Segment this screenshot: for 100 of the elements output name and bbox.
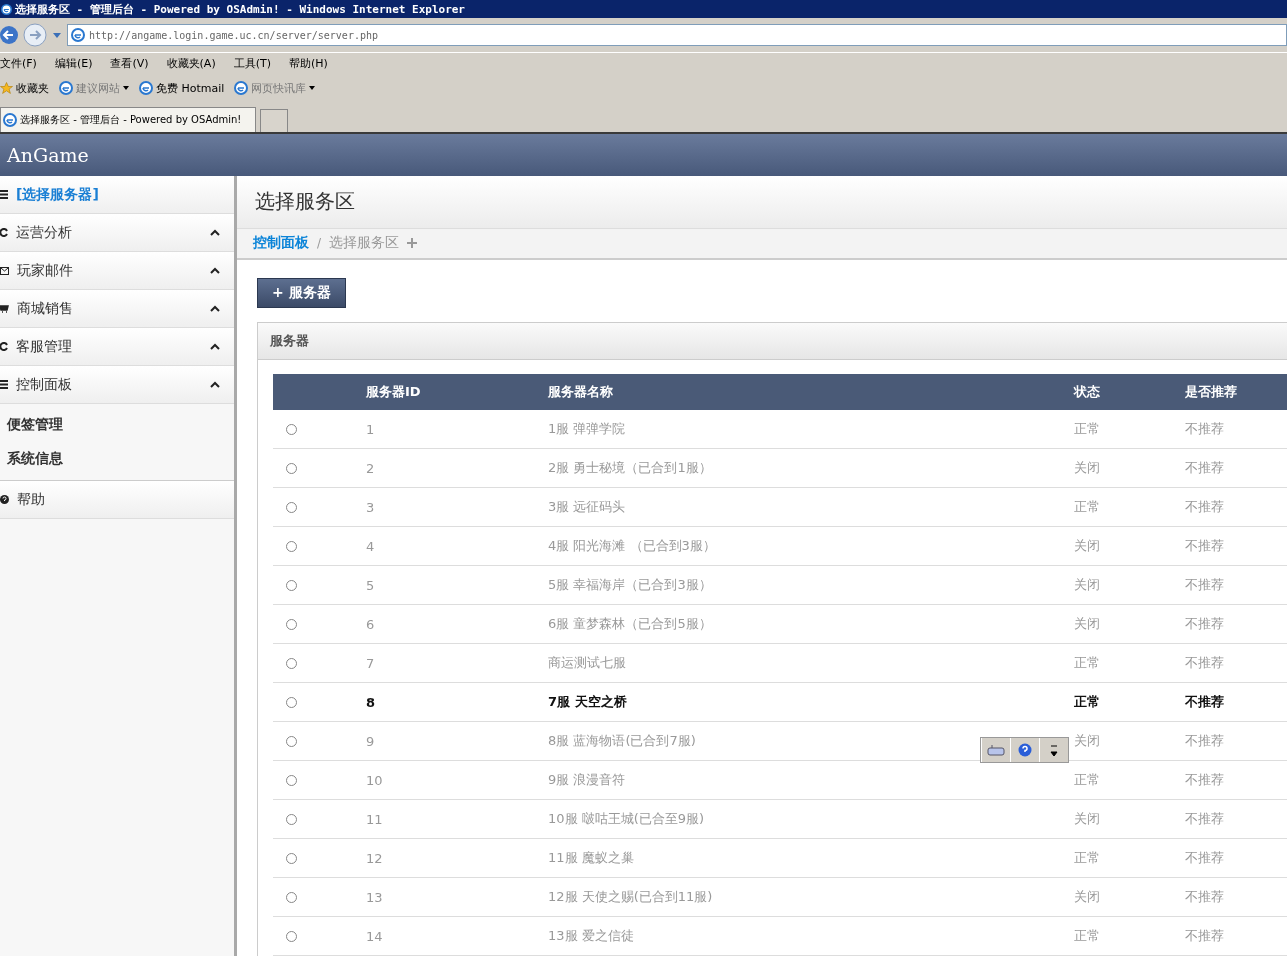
table-cell: 10	[366, 761, 548, 800]
radio-button[interactable]	[286, 423, 297, 435]
sidebar-item[interactable]: 运营分析	[0, 214, 234, 252]
radio-button[interactable]	[286, 657, 297, 669]
table-cell: 6服 童梦森林（已合到5服）	[548, 605, 1074, 644]
radio-button[interactable]	[286, 618, 297, 630]
table-cell: 正常	[1074, 761, 1185, 800]
table-cell: 不推荐	[1185, 839, 1287, 878]
table-cell: 13	[366, 878, 548, 917]
caret-icon	[123, 86, 129, 90]
sidebar-item[interactable]: 控制面板	[0, 366, 234, 404]
table-cell: 1服 弹弹学院	[548, 410, 1074, 449]
radio-button[interactable]	[286, 891, 297, 903]
plus-icon[interactable]	[407, 238, 418, 249]
table-cell: 14	[366, 917, 548, 956]
sidebar-item[interactable]: 帮助	[0, 481, 234, 519]
chevron-icon	[210, 381, 220, 388]
table-cell: 5	[366, 566, 548, 605]
radio-button[interactable]	[286, 540, 297, 552]
table-cell: 13服 爱之信徒	[548, 917, 1074, 956]
breadcrumb-link[interactable]: 控制面板	[253, 234, 309, 253]
table-cell: 不推荐	[1185, 683, 1287, 722]
table-cell: 不推荐	[1185, 878, 1287, 917]
globe-e-icon	[59, 81, 73, 95]
radio-button[interactable]	[286, 735, 297, 747]
column-header: 服务器名称	[548, 374, 1074, 410]
sidebar-item[interactable]: 客服管理	[0, 328, 234, 366]
forward-button[interactable]	[23, 23, 47, 47]
table-cell: 3	[366, 488, 548, 527]
radio-button[interactable]	[286, 930, 297, 942]
help-icon[interactable]	[1018, 743, 1032, 757]
globe-e-icon	[234, 81, 249, 95]
caret-icon[interactable]	[50, 31, 64, 39]
keyboard-icon[interactable]	[987, 744, 1005, 756]
menu-item[interactable]: 编辑(E)	[54, 55, 93, 71]
table-cell: 正常	[1074, 644, 1185, 683]
breadcrumb-current: 选择服务区	[329, 234, 400, 253]
menu-item[interactable]: 工具(T)	[233, 55, 271, 71]
table-cell: 不推荐	[1185, 761, 1287, 800]
menu-item[interactable]: 帮助(H)	[289, 55, 328, 71]
sidebar-subitem[interactable]: 便签管理	[0, 408, 234, 442]
sidebar-item[interactable]: 商城销售	[0, 290, 234, 328]
mail-icon	[0, 266, 9, 275]
add-server-button[interactable]: + 服务器	[257, 278, 346, 308]
radio-button[interactable]	[286, 813, 297, 825]
table-cell: 关闭	[1074, 800, 1185, 839]
radio-button[interactable]	[286, 462, 297, 474]
brand-logo[interactable]: AnGame	[7, 144, 89, 166]
favorites-button[interactable]: 收藏夹	[0, 80, 49, 96]
browser-tab[interactable]: 选择服务区 - 管理后台 - Powered by OSAdmin!	[0, 107, 257, 132]
breadcrumb-separator: /	[317, 236, 322, 251]
table-cell: 4服 阳光海滩 （已合到3服）	[548, 527, 1074, 566]
table-cell: 10服 啵咕王城(已合至9服)	[548, 800, 1074, 839]
help-icon	[0, 495, 9, 504]
table-cell: 3服 远征码头	[548, 488, 1074, 527]
panel-title: 服务器	[270, 332, 309, 350]
globe-e-icon	[3, 113, 17, 127]
table-cell: 11	[366, 800, 548, 839]
table-cell: 关闭	[1074, 566, 1185, 605]
menu-icon	[0, 380, 8, 389]
menu-item[interactable]: 查看(V)	[110, 55, 149, 71]
table-cell: 正常	[1074, 488, 1185, 527]
radio-button[interactable]	[286, 696, 297, 708]
column-header: 服务器ID	[366, 374, 548, 410]
new-tab-button[interactable]	[260, 109, 289, 132]
radio-button[interactable]	[286, 501, 297, 513]
table-cell: 8	[366, 683, 548, 722]
sidebar-subitem[interactable]: 系统信息	[0, 442, 234, 476]
table-cell: 关闭	[1074, 527, 1185, 566]
globe-e-icon	[139, 81, 153, 95]
table-cell: 不推荐	[1185, 644, 1287, 683]
table-cell: 11服 魔蚁之巢	[548, 839, 1074, 878]
radio-button[interactable]	[286, 852, 297, 864]
table-cell: 6	[366, 605, 548, 644]
menu-item[interactable]: 文件(F)	[0, 55, 37, 71]
menu-item[interactable]: 收藏夹(A)	[166, 55, 216, 71]
refresh-icon	[0, 228, 8, 237]
table-cell: 12	[366, 839, 548, 878]
table-cell: 关闭	[1074, 722, 1185, 761]
radio-button[interactable]	[286, 579, 297, 591]
table-cell: 关闭	[1074, 878, 1185, 917]
globe-e-icon	[1, 3, 12, 15]
table-cell: 商运测试七服	[548, 644, 1074, 683]
back-button[interactable]	[0, 24, 20, 46]
page-title: 选择服务区	[255, 188, 355, 216]
favorites-link[interactable]: 免费 Hotmail	[139, 80, 225, 96]
menu-icon	[0, 190, 8, 199]
table-cell: 不推荐	[1185, 605, 1287, 644]
table-cell: 不推荐	[1185, 722, 1287, 761]
options-icon[interactable]	[1050, 743, 1058, 757]
address-field[interactable]: http://angame.login.game.uc.cn/server/server.php	[67, 24, 1287, 46]
globe-e-icon	[71, 28, 85, 42]
table-cell: 1	[366, 410, 548, 449]
sidebar-item[interactable]: [选择服务器]	[0, 176, 234, 214]
table-cell: 9	[366, 722, 548, 761]
radio-button[interactable]	[286, 774, 297, 786]
sidebar-item[interactable]: 玩家邮件	[0, 252, 234, 290]
table-cell: 不推荐	[1185, 410, 1287, 449]
cart-icon	[0, 304, 9, 313]
table-cell: 正常	[1074, 917, 1185, 956]
